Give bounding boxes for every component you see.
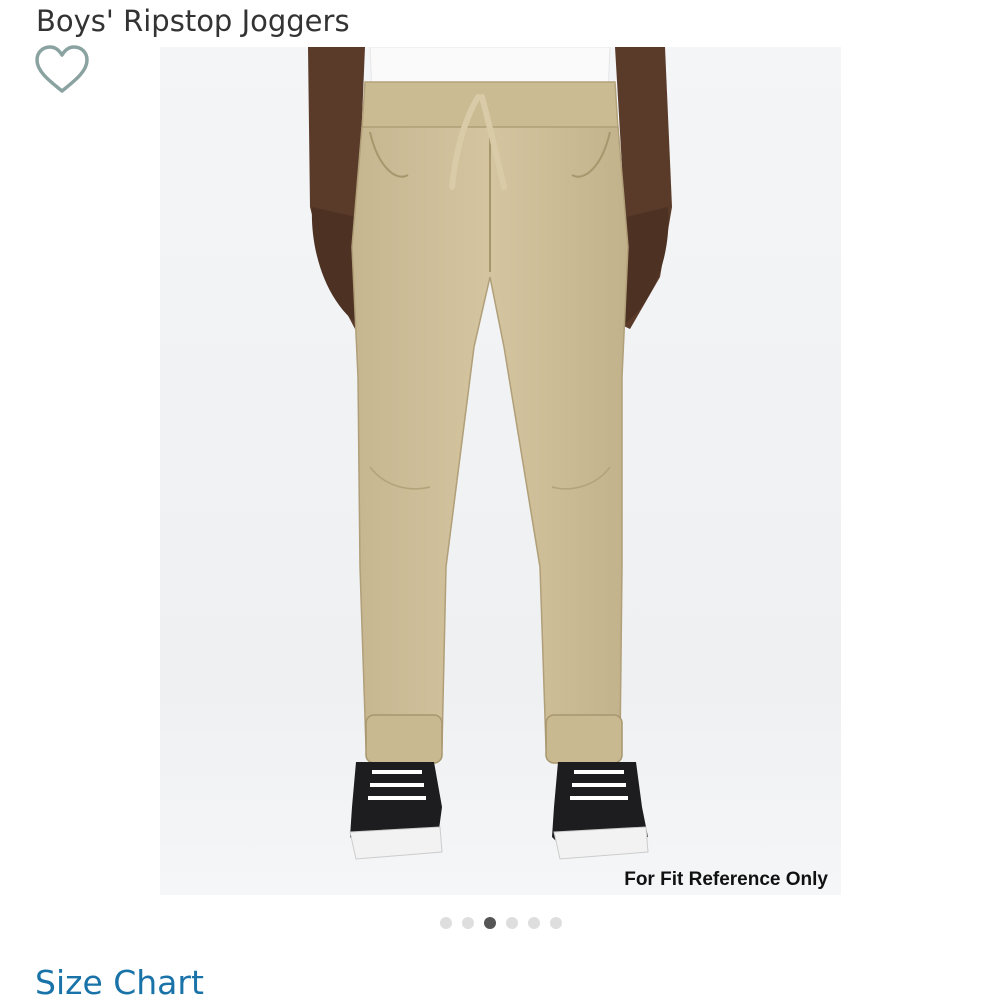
carousel-dot[interactable]	[550, 917, 562, 929]
carousel-dot[interactable]	[528, 917, 540, 929]
heart-icon	[35, 45, 89, 93]
image-carousel-indicator	[440, 916, 564, 930]
product-title: Boys' Ripstop Joggers	[36, 4, 350, 38]
size-chart-link[interactable]: Size Chart	[35, 963, 204, 1002]
carousel-dot[interactable]	[440, 917, 452, 929]
carousel-dot[interactable]	[506, 917, 518, 929]
fit-reference-caption: For Fit Reference Only	[624, 869, 828, 890]
product-image[interactable]: For Fit Reference Only	[160, 47, 841, 895]
joggers-photo	[160, 47, 841, 895]
carousel-dot-active[interactable]	[484, 917, 496, 929]
wishlist-button[interactable]	[33, 44, 91, 96]
carousel-dot[interactable]	[462, 917, 474, 929]
